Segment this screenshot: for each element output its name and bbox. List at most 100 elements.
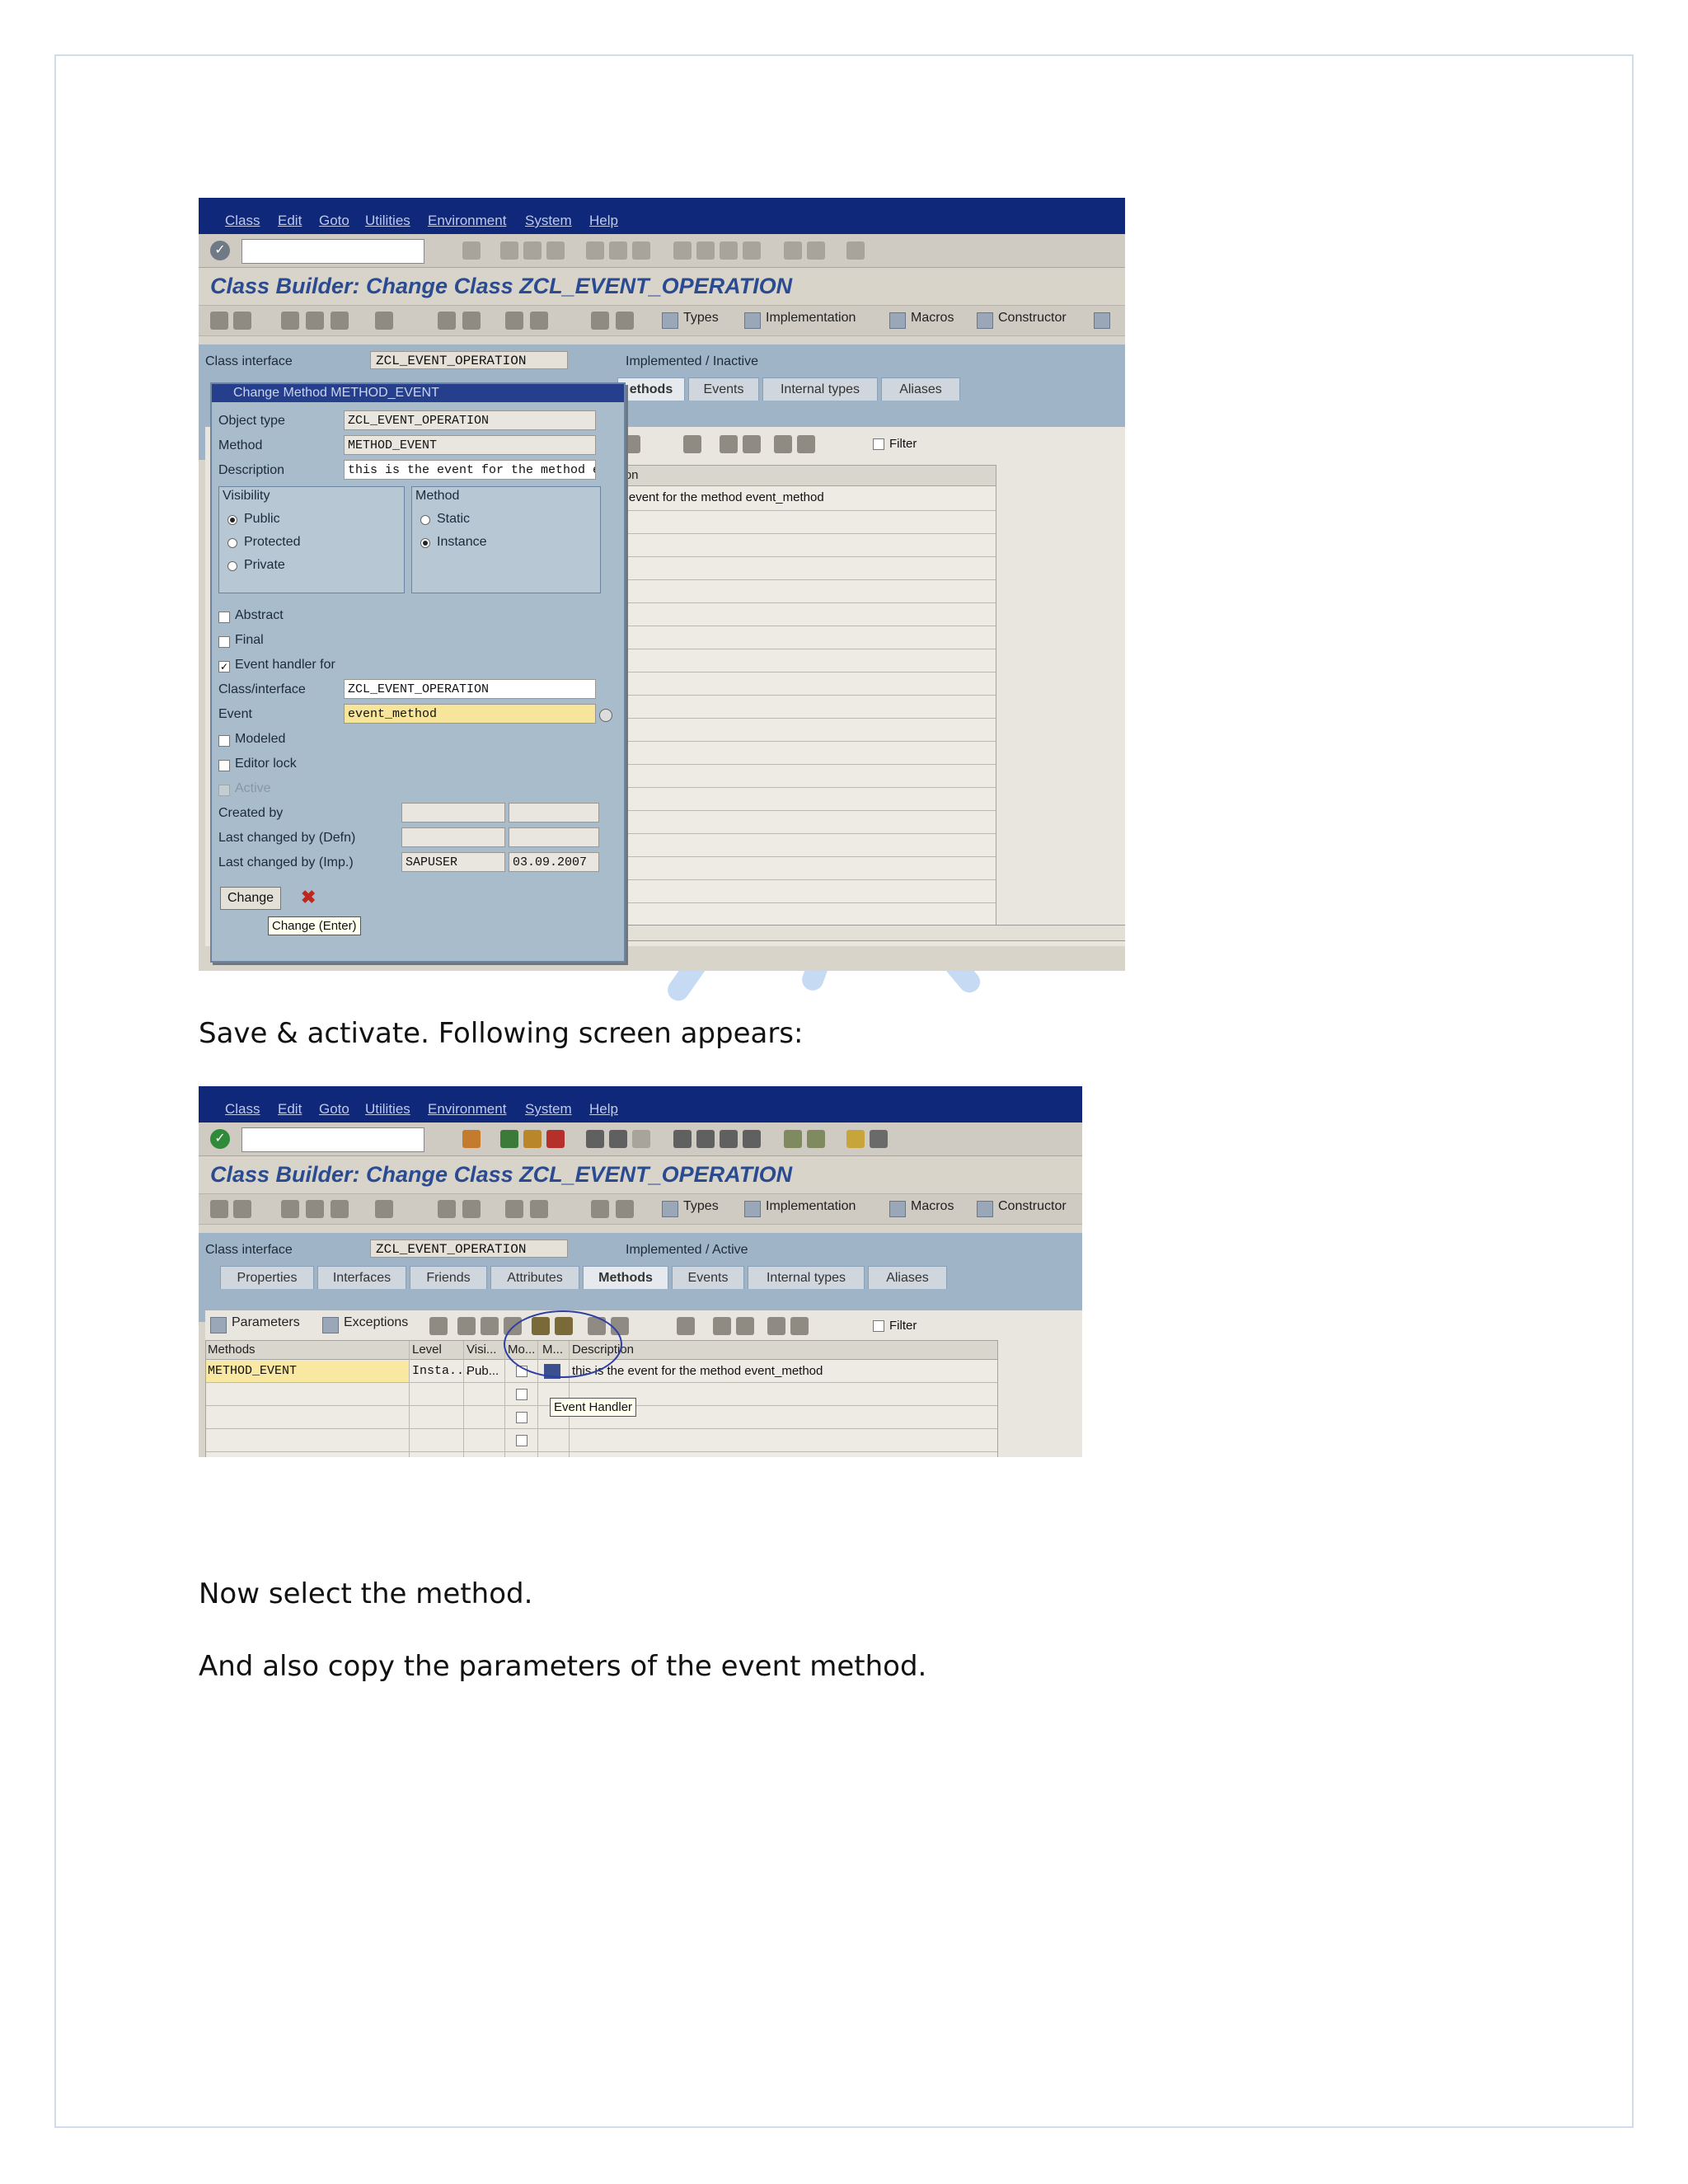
command-field[interactable]	[241, 1127, 424, 1152]
cancel-icon[interactable]	[546, 1130, 565, 1148]
menu-utilities[interactable]: Utilities	[365, 1101, 410, 1118]
tab-aliases[interactable]: Aliases	[868, 1266, 947, 1289]
enter-icon[interactable]: ✓	[210, 1129, 230, 1149]
save-icon[interactable]	[462, 241, 481, 260]
abstract-checkbox[interactable]	[218, 612, 230, 623]
filter-checkbox[interactable]	[873, 1320, 884, 1332]
parameters-button[interactable]: Parameters	[209, 1315, 300, 1335]
visibility-cell[interactable]: Pub...	[467, 1364, 499, 1378]
find-next-icon[interactable]	[632, 1130, 650, 1148]
tab-methods[interactable]: ethods	[617, 377, 685, 401]
tab-internal-types[interactable]: Internal types	[762, 377, 878, 401]
print-list-icon[interactable]	[677, 1317, 695, 1335]
where-used-icon[interactable]	[375, 312, 393, 330]
back-arrow-icon[interactable]	[210, 1200, 228, 1218]
tab-attributes[interactable]: Attributes	[490, 1266, 579, 1289]
save-icon[interactable]	[462, 1130, 481, 1148]
next-page-icon[interactable]	[720, 1130, 738, 1148]
help-icon[interactable]	[846, 1130, 865, 1148]
layout-menu-icon[interactable]	[870, 1130, 888, 1148]
types-button[interactable]: Types	[660, 1199, 719, 1219]
prev-page-icon[interactable]	[696, 241, 715, 260]
event-handler-checkbox[interactable]: ✓	[218, 661, 230, 673]
tab-friends[interactable]: Friends	[410, 1266, 487, 1289]
find-next-list-icon[interactable]	[743, 435, 761, 453]
find-list-icon[interactable]	[720, 435, 738, 453]
modeled-checkbox-row3[interactable]	[516, 1412, 528, 1423]
tab-internal-types[interactable]: Internal types	[748, 1266, 865, 1289]
tab-methods[interactable]: Methods	[583, 1266, 668, 1289]
menu-help[interactable]: Help	[589, 213, 618, 229]
forward-arrow-icon[interactable]	[233, 1200, 251, 1218]
find-next-list-icon[interactable]	[736, 1317, 754, 1335]
menu-goto[interactable]: Goto	[319, 213, 349, 229]
last-page-icon[interactable]	[743, 1130, 761, 1148]
cancel-icon[interactable]	[546, 241, 565, 260]
display-change-icon[interactable]	[281, 312, 299, 330]
menu-environment[interactable]: Environment	[428, 213, 506, 229]
close-icon[interactable]: ✖	[301, 887, 316, 908]
visibility-protected-radio[interactable]	[227, 538, 237, 548]
enter-icon[interactable]: ✓	[210, 241, 230, 260]
shortcut-icon[interactable]	[807, 1130, 825, 1148]
new-session-icon[interactable]	[784, 241, 802, 260]
print-list-icon[interactable]	[683, 435, 701, 453]
tab-events[interactable]: Events	[688, 377, 759, 401]
source-code-icon[interactable]	[429, 1317, 448, 1335]
modeled-checkbox-row2[interactable]	[516, 1389, 528, 1400]
method-instance-radio[interactable]	[420, 538, 430, 548]
next-page-icon[interactable]	[720, 241, 738, 260]
forward-arrow-icon[interactable]	[233, 312, 251, 330]
check-icon[interactable]	[306, 312, 324, 330]
source-code-icon[interactable]	[774, 435, 792, 453]
hierarchy-icon[interactable]	[505, 1200, 523, 1218]
hierarchy-icon[interactable]	[505, 312, 523, 330]
back-icon[interactable]	[500, 241, 518, 260]
modeled-checkbox-row4[interactable]	[516, 1435, 528, 1446]
navigation-icon[interactable]	[462, 312, 481, 330]
visibility-private-radio[interactable]	[227, 561, 237, 571]
back-icon[interactable]	[500, 1130, 518, 1148]
back-arrow-icon[interactable]	[210, 312, 228, 330]
description-cell[interactable]: this is the event for the method event_m…	[572, 1364, 823, 1378]
menu-class[interactable]: Class	[225, 213, 260, 229]
menu-goto[interactable]: Goto	[319, 1101, 349, 1118]
find-icon[interactable]	[609, 1130, 627, 1148]
menu-edit[interactable]: Edit	[278, 213, 302, 229]
implementation-button[interactable]: Implementation	[743, 311, 856, 330]
test-icon[interactable]	[530, 1200, 548, 1218]
exit-icon[interactable]	[523, 1130, 542, 1148]
level-cell[interactable]: Insta...	[412, 1364, 471, 1378]
more-button[interactable]	[1092, 311, 1115, 330]
implementation-button[interactable]: Implementation	[743, 1199, 856, 1219]
menu-edit[interactable]: Edit	[278, 1101, 302, 1118]
tab-properties[interactable]: Properties	[220, 1266, 314, 1289]
test-icon[interactable]	[530, 312, 548, 330]
activate-icon[interactable]	[331, 1200, 349, 1218]
last-page-icon[interactable]	[743, 241, 761, 260]
activate-icon[interactable]	[331, 312, 349, 330]
info-icon[interactable]	[616, 312, 634, 330]
object-list-icon[interactable]	[438, 1200, 456, 1218]
cut-icon[interactable]	[457, 1317, 476, 1335]
method-name-cell[interactable]: METHOD_EVENT	[208, 1364, 297, 1378]
layout-icon[interactable]	[797, 435, 815, 453]
modeled-checkbox[interactable]	[218, 735, 230, 747]
menu-help[interactable]: Help	[589, 1101, 618, 1118]
first-page-icon[interactable]	[673, 241, 692, 260]
menu-system[interactable]: System	[525, 1101, 572, 1118]
constructor-button[interactable]: Constructor	[975, 311, 1067, 330]
exit-icon[interactable]	[523, 241, 542, 260]
navigation-icon[interactable]	[462, 1200, 481, 1218]
menu-utilities[interactable]: Utilities	[365, 213, 410, 229]
tab-events[interactable]: Events	[672, 1266, 744, 1289]
visibility-public-radio[interactable]	[227, 515, 237, 525]
find-list-icon[interactable]	[713, 1317, 731, 1335]
print-icon[interactable]	[586, 1130, 604, 1148]
tab-interfaces[interactable]: Interfaces	[317, 1266, 406, 1289]
editor-lock-checkbox[interactable]	[218, 760, 230, 771]
shortcut-icon[interactable]	[807, 241, 825, 260]
copy-icon[interactable]	[481, 1317, 499, 1335]
change-button[interactable]: Change	[220, 887, 282, 910]
menu-environment[interactable]: Environment	[428, 1101, 506, 1118]
